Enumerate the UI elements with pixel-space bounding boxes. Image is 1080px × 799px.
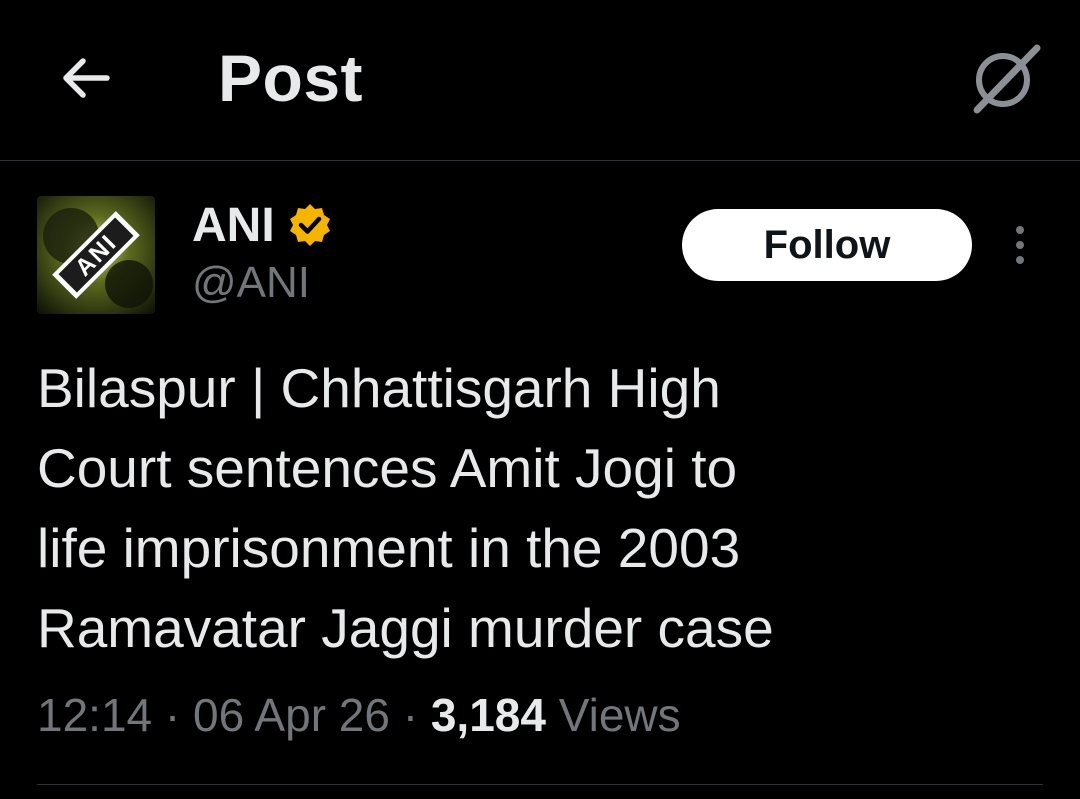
follow-button[interactable]: Follow [682, 209, 972, 281]
arrow-left-icon [63, 58, 110, 98]
grok-button[interactable] [962, 38, 1048, 118]
post-text: Bilaspur | Chhattisgarh High Court sente… [37, 357, 774, 659]
meta-separator: · [164, 689, 181, 741]
back-button[interactable] [50, 48, 120, 108]
more-options-icon[interactable] [1000, 220, 1040, 270]
display-name[interactable]: ANI [192, 198, 275, 253]
author-handle[interactable]: @ANI [192, 258, 310, 308]
page-title: Post [218, 41, 364, 115]
divider [37, 784, 1043, 785]
post-time[interactable]: 12:14 [37, 689, 152, 741]
avatar[interactable]: ANI [37, 196, 155, 314]
post-author-row: ANI ANI @ANI Follow [0, 190, 1080, 320]
views-count[interactable]: 3,184 [431, 689, 546, 741]
more-dot [1016, 241, 1024, 249]
more-dot [1016, 226, 1024, 234]
grok-icon [973, 44, 1041, 114]
more-dot [1016, 256, 1024, 264]
post-metadata: 12:14 · 06 Apr 26 · 3,184 Views [37, 688, 681, 742]
verified-badge-icon[interactable] [287, 202, 333, 248]
meta-separator: · [402, 689, 419, 741]
ani-logo: ANI [37, 196, 155, 314]
post-date[interactable]: 06 Apr 26 [193, 689, 390, 741]
views-label[interactable]: Views [559, 689, 681, 741]
top-app-bar: Post [0, 0, 1080, 161]
author-name-wrap[interactable]: ANI [192, 198, 333, 252]
